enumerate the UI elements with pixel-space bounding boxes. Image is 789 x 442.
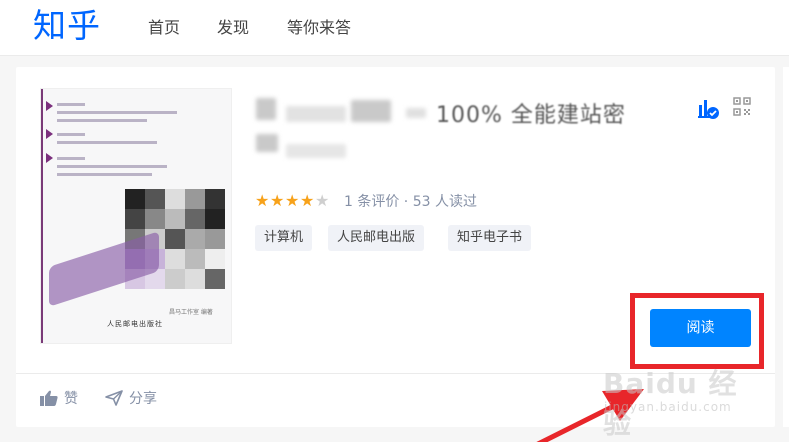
star-icon: ★ — [285, 191, 300, 210]
star-icon: ★ — [255, 191, 270, 210]
share-button[interactable]: 分享 — [105, 388, 157, 408]
cover-bullet-icon — [46, 101, 53, 111]
zhihu-logo[interactable]: 知乎 — [33, 4, 101, 48]
star-icon: ★ — [315, 191, 330, 210]
paper-plane-icon — [105, 390, 123, 406]
cover-purple-graphic — [49, 231, 159, 307]
cover-author: 昌马工作室 编著 — [169, 309, 213, 316]
read-button[interactable]: 阅读 — [650, 309, 751, 347]
tag-computer[interactable]: 计算机 — [255, 225, 313, 251]
nav-discover[interactable]: 发现 — [217, 18, 249, 38]
cover-accent-bar — [41, 89, 43, 343]
rating-stars: ★ ★ ★ ★ ★ — [255, 192, 330, 210]
tag-publisher[interactable]: 人民邮电出版 — [328, 225, 425, 251]
cover-publisher: 人民邮电出版社 — [107, 320, 163, 328]
cover-bullet-icon — [46, 129, 53, 139]
adjacent-panel-edge — [783, 67, 789, 427]
tag-zhihu-ebook[interactable]: 知乎电子书 — [448, 225, 532, 251]
nav-home[interactable]: 首页 — [148, 18, 180, 38]
like-label: 赞 — [64, 391, 78, 407]
qr-code-icon[interactable] — [733, 97, 751, 117]
star-icon: ★ — [270, 191, 285, 210]
top-navigation-bar: 知乎 首页 发现 等你来答 — [0, 0, 789, 56]
baidu-jingyan-watermark: Baidu 经验 jingyan.baidu.com — [603, 360, 753, 440]
rating-summary[interactable]: 1 条评价 · 53 人读过 — [344, 191, 477, 211]
watermark-url: jingyan.baidu.com — [604, 400, 732, 414]
thumbs-up-icon — [40, 390, 58, 406]
book-title-fragment: 100% 全能建站密 — [436, 103, 626, 128]
cover-bullet-icon — [46, 153, 53, 163]
bar-chart-check-icon[interactable] — [696, 96, 720, 120]
nav-waiting-answers[interactable]: 等你来答 — [287, 18, 351, 38]
book-rating: ★ ★ ★ ★ ★ 1 条评价 · 53 人读过 — [255, 191, 477, 211]
like-button[interactable]: 赞 — [40, 388, 78, 408]
book-cover[interactable]: 昌马工作室 编著 人民邮电出版社 — [40, 88, 232, 344]
star-icon: ★ — [300, 191, 315, 210]
share-label: 分享 — [129, 391, 157, 407]
